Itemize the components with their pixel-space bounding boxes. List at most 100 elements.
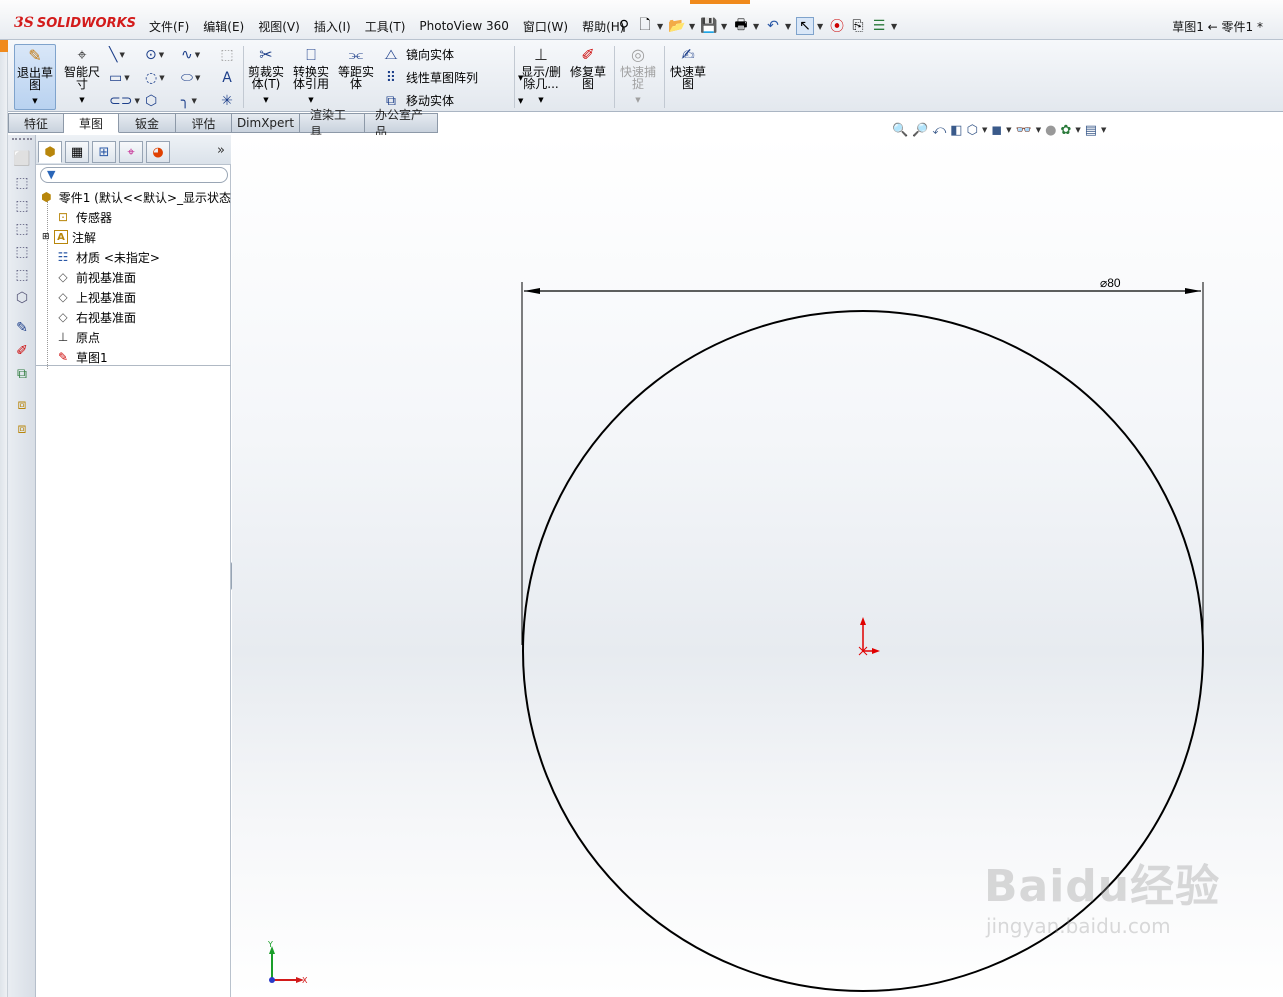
print-dropdown-icon[interactable]: ▼ (753, 22, 761, 31)
tree-root[interactable]: ⬢ 零件1 (默认<<默认>_显示状态 (36, 187, 231, 207)
text-tool[interactable]: A (218, 66, 236, 89)
copy-entities-icon[interactable]: ⧈ (12, 395, 32, 415)
isometric-view-icon[interactable]: ⬡ (12, 288, 32, 308)
options-icon[interactable]: ⎘ (849, 17, 867, 35)
save-icon[interactable]: 💾 (700, 17, 718, 35)
offset-entities-button[interactable]: ⫘ 等距实体 (336, 44, 376, 110)
trim-entities-button[interactable]: ✂ 剪裁实体(T) ▼ (246, 44, 286, 110)
menu-photoview[interactable]: PhotoView 360 (412, 19, 515, 33)
menu-edit[interactable]: 编辑(E) (196, 18, 251, 35)
property-manager-tab-icon[interactable]: ▦ (65, 141, 89, 163)
customize-icon[interactable]: ☰ (870, 17, 888, 35)
tab-render-tools[interactable]: 渲染工具 (300, 108, 365, 139)
rectangle-tool[interactable]: ▭ ▼ (109, 66, 145, 89)
menu-tools[interactable]: 工具(T) (358, 18, 413, 35)
paste-entities-icon[interactable]: ⧈ (12, 419, 32, 439)
traffic-light-icon[interactable]: ⦿ (828, 17, 846, 35)
configuration-manager-tab-icon[interactable]: ⊞ (92, 141, 116, 163)
new-document-icon[interactable]: 🗋 (636, 17, 654, 35)
menu-view[interactable]: 视图(V) (251, 18, 307, 35)
tab-sketch[interactable]: 草图 (64, 113, 119, 133)
diameter-dimension-text[interactable]: ⌀80 (1100, 276, 1121, 290)
pin-icon[interactable]: ⚲ (615, 17, 633, 35)
circle-tool[interactable]: ⊙ ▼ (145, 43, 181, 66)
display-delete-relations-button[interactable]: ⊥ 显示/删除几... ▼ (518, 44, 564, 110)
top-view-icon[interactable]: ⬚ (12, 242, 32, 262)
more-tabs-icon[interactable]: » (217, 143, 225, 158)
app-logo[interactable]: 3S SOLIDWORKS (14, 12, 136, 34)
menu-file[interactable]: 文件(F) (142, 18, 196, 35)
new-dropdown-icon[interactable]: ▼ (657, 22, 665, 31)
menu-insert[interactable]: 插入(I) (307, 18, 358, 35)
tree-item-front-plane[interactable]: ◇ 前视基准面 (36, 267, 231, 287)
tab-sheet-metal[interactable]: 钣金 (119, 113, 176, 133)
construction-geometry-tool[interactable]: ⬚ (218, 43, 236, 66)
polygon-tool[interactable]: ⬡ (145, 89, 181, 112)
display-manager-tab-icon[interactable]: ◕ (146, 141, 170, 163)
tree-item-sketch[interactable]: ✎ 草图1 (36, 347, 231, 367)
dimxpert-manager-tab-icon[interactable]: ⌖ (119, 141, 143, 163)
bottom-view-icon[interactable]: ⬚ (12, 265, 32, 285)
expand-icon[interactable]: ⊞ (42, 232, 54, 242)
tab-evaluate[interactable]: 评估 (176, 113, 232, 133)
arc-tool[interactable]: ◌ ▼ (145, 66, 181, 89)
tree-item-annotations[interactable]: ⊞ A 注解 (36, 227, 231, 247)
feature-tree-tab-icon[interactable]: ⬢ (38, 141, 62, 163)
menu-window[interactable]: 窗口(W) (516, 18, 575, 35)
tree-item-right-plane[interactable]: ◇ 右视基准面 (36, 307, 231, 327)
tab-dimxpert[interactable]: DimXpert (232, 113, 300, 133)
smart-dimension-dropdown-icon[interactable]: ▼ (79, 94, 84, 106)
undo-dropdown-icon[interactable]: ▼ (785, 22, 793, 31)
customize-dropdown-icon[interactable]: ▼ (891, 22, 899, 31)
select-dropdown-icon[interactable]: ▼ (817, 22, 825, 31)
exit-sketch-button[interactable]: ✎ 退出草图 ▼ (14, 44, 56, 110)
sketch-icon[interactable]: ✎ (12, 318, 32, 338)
toolbar-grip[interactable] (12, 138, 32, 140)
separator (614, 46, 615, 108)
left-view-icon[interactable]: ⬚ (12, 196, 32, 216)
display-delete-dropdown-icon[interactable]: ▼ (538, 94, 543, 106)
tree-item-material[interactable]: ☷ 材质 <未指定> (36, 247, 231, 267)
rapid-sketch-button[interactable]: ✍ 快速草图 (668, 44, 708, 110)
tree-item-origin[interactable]: ⊥ 原点 (36, 327, 231, 347)
quick-snaps-button[interactable]: ◎ 快速捕捉 ▼ (618, 44, 658, 110)
view-triad: Y X (267, 940, 308, 985)
undo-icon[interactable]: ↶ (764, 17, 782, 35)
tab-office-products[interactable]: 办公室产品 (365, 108, 438, 139)
back-view-icon[interactable]: ⬚ (12, 173, 32, 193)
fillet-tool[interactable]: ╮ ▼ (181, 89, 217, 112)
convert-dropdown-icon[interactable]: ▼ (308, 94, 313, 106)
line-tool[interactable]: ╲ ▼ (109, 43, 145, 66)
open-icon[interactable]: 📂 (668, 17, 686, 35)
smart-dimension-button[interactable]: ⌖ 智能尺寸 ▼ (62, 44, 102, 110)
slot-tool[interactable]: ⊂⊃ ▼ (109, 89, 145, 112)
point-tool[interactable]: ✳ (218, 89, 236, 112)
select-icon[interactable]: ↖ (796, 17, 814, 35)
tree-item-top-plane[interactable]: ◇ 上视基准面 (36, 287, 231, 307)
repair-sketch-button[interactable]: ✐ 修复草图 (568, 44, 608, 110)
material-icon: ☷ (57, 250, 69, 264)
repair-icon[interactable]: ✐ (12, 341, 32, 361)
display-delete-label: 显示/删除几... (520, 65, 562, 91)
tree-item-label: 草图1 (76, 350, 108, 365)
open-dropdown-icon[interactable]: ▼ (689, 22, 697, 31)
exit-sketch-dropdown-icon[interactable]: ▼ (32, 95, 37, 107)
tree-item-sensors[interactable]: ⊡ 传感器 (36, 207, 231, 227)
tab-features[interactable]: 特征 (8, 113, 64, 133)
save-dropdown-icon[interactable]: ▼ (721, 22, 729, 31)
trim-dropdown-icon[interactable]: ▼ (263, 94, 268, 106)
quick-snaps-dropdown-icon[interactable]: ▼ (635, 94, 640, 106)
tree-filter-input[interactable]: ▼ (40, 167, 228, 183)
linear-pattern-button[interactable]: ⠿ 线性草图阵列 ▼ (382, 66, 524, 89)
mirror-entities-button[interactable]: ⧍ 镜向实体 (382, 43, 523, 66)
front-view-icon[interactable]: ⬜ (12, 149, 32, 169)
tree-divider (36, 365, 231, 367)
print-icon[interactable]: 🖶 (732, 17, 750, 35)
ellipse-tool[interactable]: ⬭ ▼ (181, 66, 217, 89)
convert-entities-button[interactable]: ⎕ 转换实体引用 ▼ (290, 44, 332, 110)
graphics-area[interactable]: 🔍 🔎 ⤺ ◧ ⬡ ▼ ◼ ▼ 👓 ▼ ● ✿ ▼ ▤ ▼ ⌀80 Y X Ba… (232, 123, 1283, 997)
right-view-icon[interactable]: ⬚ (12, 219, 32, 239)
sketch-origin-icon[interactable] (858, 617, 880, 656)
spline-tool[interactable]: ∿ ▼ (181, 43, 217, 66)
relations-icon[interactable]: ⧉ (12, 364, 32, 384)
